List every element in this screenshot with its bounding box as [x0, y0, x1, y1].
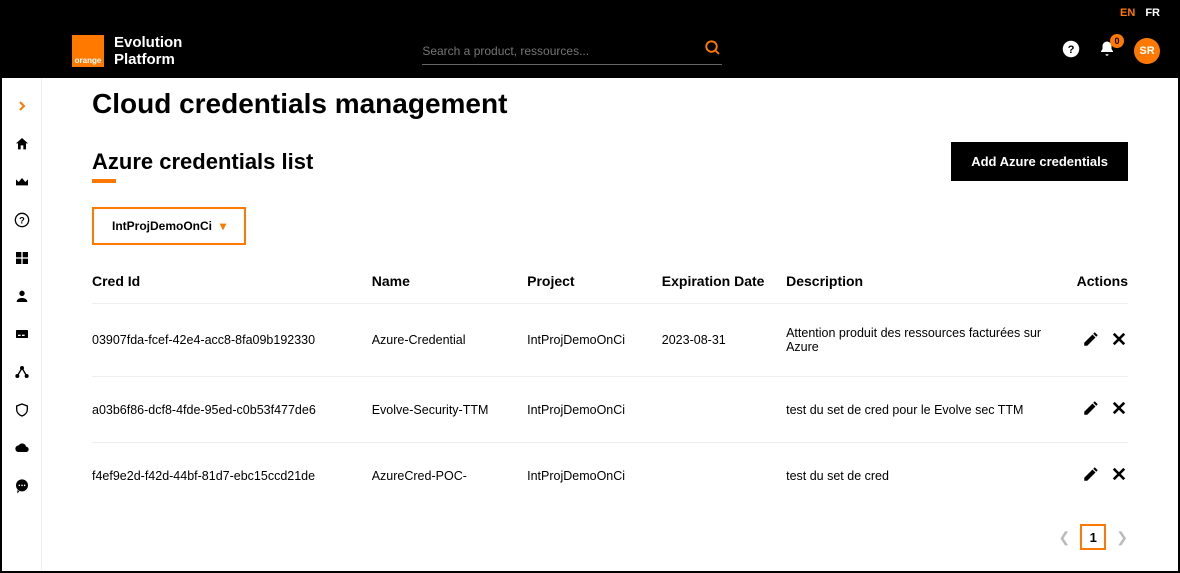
col-description: Description — [786, 259, 1055, 304]
user-icon[interactable] — [12, 286, 32, 306]
language-strip: EN FR — [2, 2, 1178, 24]
cell-description: test du set de cred — [786, 443, 1055, 509]
chat-icon[interactable] — [12, 476, 32, 496]
edit-icon[interactable] — [1082, 465, 1100, 486]
cell-actions — [1055, 377, 1128, 443]
section-title: Azure credentials list — [92, 149, 313, 175]
credentials-table: Cred Id Name Project Expiration Date Des… — [92, 259, 1128, 508]
cell-name: Evolve-Security-TTM — [372, 377, 527, 443]
lang-en[interactable]: EN — [1120, 7, 1135, 19]
dashboard-icon[interactable] — [12, 248, 32, 268]
chevron-down-icon: ▾ — [220, 219, 226, 233]
help-icon[interactable]: ? — [1062, 40, 1080, 63]
brand-title: Evolution Platform — [114, 34, 182, 69]
pager-prev-icon[interactable]: ❮ — [1059, 529, 1071, 546]
cell-description: Attention produit des ressources facturé… — [786, 304, 1055, 377]
brand-logo[interactable]: orange — [72, 35, 104, 67]
question-icon[interactable]: ? — [12, 210, 32, 230]
cell-expiration: 2023-08-31 — [662, 304, 786, 377]
page-title: Cloud credentials management — [92, 88, 1128, 120]
search-input[interactable] — [422, 38, 704, 64]
sidebar: ? — [2, 78, 42, 571]
brand-line2: Platform — [114, 51, 182, 68]
project-filter-value: IntProjDemoOnCi — [112, 219, 212, 233]
search-icon[interactable] — [704, 39, 722, 62]
edit-icon[interactable] — [1082, 399, 1100, 420]
cell-description: test du set de cred pour le Evolve sec T… — [786, 377, 1055, 443]
card-icon[interactable] — [12, 324, 32, 344]
table-row: f4ef9e2d-f42d-44bf-81d7-ebc15ccd21deAzur… — [92, 443, 1128, 509]
add-credentials-button[interactable]: Add Azure credentials — [951, 142, 1128, 181]
table-row: a03b6f86-dcf8-4fde-95ed-c0b53f477de6Evol… — [92, 377, 1128, 443]
cell-project: IntProjDemoOnCi — [527, 304, 662, 377]
shield-icon[interactable] — [12, 400, 32, 420]
col-name: Name — [372, 259, 527, 304]
search-bar[interactable] — [422, 38, 722, 65]
notifications-icon[interactable]: 0 — [1098, 40, 1116, 63]
cell-cred-id: a03b6f86-dcf8-4fde-95ed-c0b53f477de6 — [92, 377, 372, 443]
delete-icon[interactable] — [1110, 465, 1128, 486]
header-actions: ? 0 SR — [1062, 38, 1160, 64]
pagination: ❮ 1 ❯ — [92, 524, 1128, 550]
pager-current[interactable]: 1 — [1080, 524, 1106, 550]
brand-line1: Evolution — [114, 34, 182, 51]
cell-cred-id: 03907fda-fcef-42e4-acc8-8fa09b192330 — [92, 304, 372, 377]
network-icon[interactable] — [12, 362, 32, 382]
col-cred-id: Cred Id — [92, 259, 372, 304]
delete-icon[interactable] — [1110, 399, 1128, 420]
col-project: Project — [527, 259, 662, 304]
lang-fr[interactable]: FR — [1145, 7, 1160, 19]
cell-name: Azure-Credential — [372, 304, 527, 377]
notification-badge: 0 — [1110, 34, 1124, 48]
sidebar-toggle-icon[interactable] — [12, 96, 32, 116]
cell-project: IntProjDemoOnCi — [527, 443, 662, 509]
project-filter-dropdown[interactable]: IntProjDemoOnCi ▾ — [92, 207, 246, 245]
cell-cred-id: f4ef9e2d-f42d-44bf-81d7-ebc15ccd21de — [92, 443, 372, 509]
edit-icon[interactable] — [1082, 330, 1100, 351]
crown-icon[interactable] — [12, 172, 32, 192]
header: orange Evolution Platform ? 0 SR — [2, 24, 1178, 78]
pager-next-icon[interactable]: ❯ — [1116, 529, 1128, 546]
col-expiration: Expiration Date — [662, 259, 786, 304]
avatar[interactable]: SR — [1134, 38, 1160, 64]
cell-actions — [1055, 443, 1128, 509]
main-content: Cloud credentials management Azure crede… — [42, 78, 1178, 571]
col-actions: Actions — [1055, 259, 1128, 304]
svg-text:?: ? — [19, 215, 25, 225]
cell-project: IntProjDemoOnCi — [527, 377, 662, 443]
delete-icon[interactable] — [1110, 330, 1128, 351]
cell-expiration — [662, 377, 786, 443]
svg-text:?: ? — [1068, 43, 1075, 55]
cloud-icon[interactable] — [12, 438, 32, 458]
home-icon[interactable] — [12, 134, 32, 154]
cell-expiration — [662, 443, 786, 509]
cell-actions — [1055, 304, 1128, 377]
table-row: 03907fda-fcef-42e4-acc8-8fa09b192330Azur… — [92, 304, 1128, 377]
cell-name: AzureCred-POC- — [372, 443, 527, 509]
